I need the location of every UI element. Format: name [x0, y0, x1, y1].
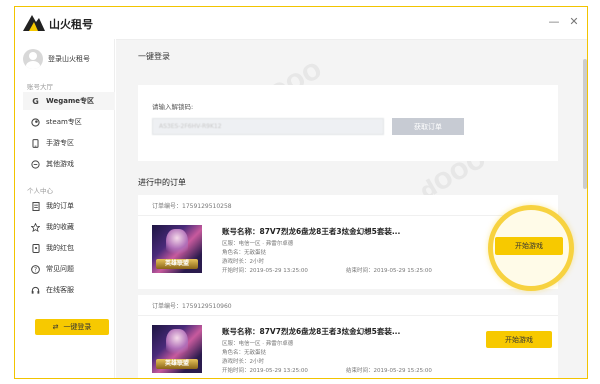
sidebar-item-orders[interactable]: 我的订单 [23, 197, 115, 215]
order-card: 订单编号：1759129510960 英雄联盟 账号名称：87V7烈龙6盘龙8王… [138, 295, 558, 378]
play-duration: 游戏时长：2小时 [222, 359, 264, 365]
logo-icon [23, 15, 45, 31]
user-login-label: 登录山火租号 [48, 55, 90, 63]
sidebar: 登录山火租号 账号大厅 G Wegame专区 steam专区 手游专区 其他游戏… [15, 39, 115, 378]
star-icon [31, 222, 40, 232]
unlock-code-label: 请输入解锁码: [152, 103, 194, 111]
divider [116, 39, 587, 40]
divider [138, 215, 558, 216]
game-thumbnail: 英雄联盟 [152, 325, 202, 373]
avatar [23, 49, 43, 69]
game-badge: 英雄联盟 [156, 259, 198, 269]
user-login[interactable]: 登录山火租号 [23, 47, 90, 71]
orders-section-title: 进行中的订单 [138, 178, 186, 187]
game-thumbnail: 英雄联盟 [152, 225, 202, 273]
one-click-login-button[interactable]: ⇄ 一键登录 [35, 319, 109, 335]
server-region: 区服：电信一区 · 弗雷尔卓德 [222, 241, 294, 247]
sidebar-item-red-packets[interactable]: 我的红包 [23, 239, 115, 257]
question-icon: ? [31, 264, 40, 274]
order-icon [31, 201, 40, 211]
page-title: 一键登录 [138, 52, 170, 61]
sidebar-item-faq[interactable]: ? 常见问题 [23, 260, 115, 278]
server-region: 区服：电信一区 · 弗雷尔卓德 [222, 341, 294, 347]
end-time: 结束时间：2019-05-29 15:25:00 [346, 268, 432, 274]
start-game-button[interactable]: 开始游戏 [495, 237, 563, 255]
support-icon [31, 286, 40, 295]
account-name: 账号名称：87V7烈龙6盘龙8王者3炫金幻想5套装... [222, 227, 401, 236]
section-label-personal: 个人中心 [27, 187, 53, 195]
sidebar-item-other-games[interactable]: 其他游戏 [23, 155, 115, 173]
gamepad-icon [31, 159, 40, 169]
app-title: 山火租号 [49, 18, 93, 31]
login-button-label: 一键登录 [63, 323, 92, 331]
app-window: 山火租号 — ✕ 登录山火租号 账号大厅 G Wegame专区 steam专区 … [14, 6, 588, 379]
fetch-order-button[interactable]: 获取订单 [392, 118, 464, 135]
start-time: 开始时间：2019-05-29 13:25:00 [222, 268, 308, 274]
sidebar-item-mobile[interactable]: 手游专区 [23, 134, 115, 152]
order-number: 订单编号：1759129510258 [152, 203, 232, 210]
role-name: 角色名：无敌蛋挞 [222, 350, 267, 356]
steam-icon [31, 117, 40, 127]
sidebar-item-label: Wegame专区 [46, 97, 94, 105]
sidebar-item-label: 在线客服 [46, 286, 74, 294]
divider [138, 315, 558, 316]
sidebar-item-steam[interactable]: steam专区 [23, 113, 115, 131]
title-bar: 山火租号 — ✕ [15, 7, 587, 39]
sidebar-item-label: 我的红包 [46, 244, 74, 252]
play-duration: 游戏时长：2小时 [222, 259, 264, 265]
section-label-account: 账号大厅 [27, 83, 53, 91]
wegame-icon: G [32, 96, 39, 106]
account-name: 账号名称：87V7烈龙6盘龙8王者3炫金幻想5套装... [222, 327, 401, 336]
end-time: 结束时间：2019-05-29 15:25:00 [346, 368, 432, 374]
unlock-code-card: 请输入解锁码: AS3ES-2F6HV-R9K12 获取订单 [138, 85, 558, 161]
sidebar-item-label: 常见问题 [46, 265, 74, 273]
sidebar-item-label: 手游专区 [46, 139, 74, 147]
start-time: 开始时间：2019-05-29 13:25:00 [222, 368, 308, 374]
scrollbar[interactable] [583, 59, 587, 189]
order-number: 订单编号：1759129510960 [152, 303, 232, 310]
sidebar-item-label: steam专区 [46, 118, 82, 126]
wallet-icon [31, 243, 40, 253]
sidebar-item-label: 我的订单 [46, 202, 74, 210]
sidebar-item-wegame[interactable]: G Wegame专区 [23, 92, 115, 110]
login-icon: ⇄ [52, 323, 59, 331]
sidebar-item-label: 我的收藏 [46, 223, 74, 231]
phone-icon [31, 138, 40, 148]
svg-text:?: ? [34, 267, 37, 273]
role-name: 角色名：无敌蛋挞 [222, 250, 267, 256]
unlock-code-input[interactable]: AS3ES-2F6HV-R9K12 [152, 118, 384, 135]
close-button[interactable]: ✕ [567, 15, 581, 28]
start-game-button[interactable]: 开始游戏 [486, 331, 552, 348]
sidebar-item-favorites[interactable]: 我的收藏 [23, 218, 115, 236]
game-badge: 英雄联盟 [156, 359, 198, 369]
sidebar-item-support[interactable]: 在线客服 [23, 281, 115, 299]
minimize-button[interactable]: — [547, 15, 561, 28]
sidebar-item-label: 其他游戏 [46, 160, 74, 168]
